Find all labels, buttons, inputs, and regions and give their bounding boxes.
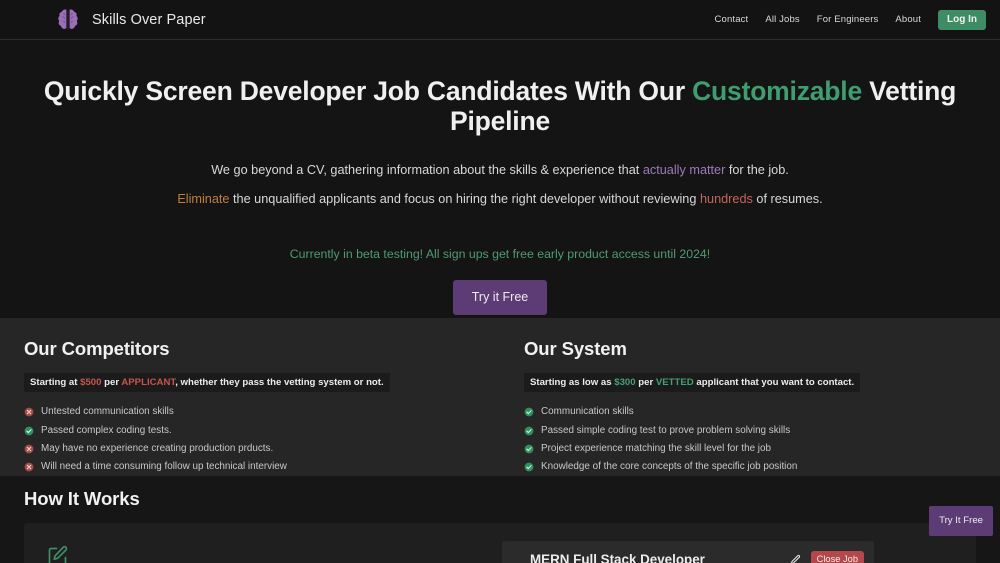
try-it-free-button[interactable]: Try it Free [453, 280, 547, 315]
list-item-label: Communication skills [541, 407, 634, 417]
competitors-price-b: per [101, 377, 121, 388]
cross-circle-icon [24, 462, 34, 472]
how-it-works-heading: How It Works [24, 488, 976, 510]
cross-circle-icon [24, 407, 34, 417]
nav-link-contact[interactable]: Contact [715, 14, 749, 25]
floating-try-it-free-button[interactable]: Try It Free [929, 506, 993, 536]
system-price-b: per [636, 377, 656, 388]
hero-title-part1: Quickly Screen Developer Job Candidates … [44, 76, 692, 106]
brand[interactable]: Skills Over Paper [55, 7, 206, 33]
list-item: May have no experience creating producti… [24, 440, 478, 458]
edit-document-icon [46, 537, 70, 563]
nav-link-all-jobs[interactable]: All Jobs [765, 14, 799, 25]
hero-subtitle-2: Eliminate the unqualified applicants and… [30, 190, 970, 209]
pencil-icon[interactable] [789, 554, 801, 563]
close-job-button[interactable]: Close Job [811, 551, 864, 563]
brand-name: Skills Over Paper [92, 12, 206, 28]
list-item-label: Passed simple coding test to prove probl… [541, 426, 790, 436]
how-it-works-card: MERN Full Stack Developer Close Job [24, 523, 976, 563]
competitors-price-banner: Starting at $500 per APPLICANT, whether … [24, 373, 390, 392]
check-circle-icon [524, 444, 534, 454]
list-item-label: May have no experience creating producti… [41, 444, 273, 454]
hero-sub2-accent: Eliminate [177, 192, 229, 206]
system-price-c: applicant that you want to contact. [694, 377, 854, 388]
competitors-price-a: Starting at [30, 377, 80, 388]
job-title: MERN Full Stack Developer [530, 552, 705, 563]
hero-sub1-accent: actually matter [643, 163, 726, 177]
nav-link-about[interactable]: About [895, 14, 921, 25]
hero-subtitle-1: We go beyond a CV, gathering information… [30, 161, 970, 180]
check-circle-icon [524, 426, 534, 436]
login-button[interactable]: Log In [938, 10, 986, 30]
job-actions: Close Job [789, 551, 864, 563]
check-circle-icon [24, 426, 34, 436]
page-title: Quickly Screen Developer Job Candidates … [30, 76, 970, 137]
cross-circle-icon [24, 444, 34, 454]
hero-sub2-a: the unqualified applicants and focus on … [230, 192, 700, 206]
list-item: Communication skills [524, 403, 954, 421]
job-posting-panel: MERN Full Stack Developer Close Job [502, 541, 874, 563]
list-item: Untested communication skills [24, 403, 478, 421]
competitors-price-unit: APPLICANT [121, 377, 175, 388]
system-price-value: $300 [614, 377, 635, 388]
list-item-label: Untested communication skills [41, 407, 174, 417]
how-it-works-section: How It Works Try It Free MERN Full Stack… [0, 476, 1000, 563]
system-feature-list: Communication skills Passed simple codin… [524, 403, 954, 477]
list-item: Knowledge of the core concepts of the sp… [524, 458, 954, 476]
system-heading: Our System [524, 338, 954, 360]
list-item: Will need a time consuming follow up tec… [24, 458, 478, 476]
site-header: Skills Over Paper Contact All Jobs For E… [0, 0, 1000, 40]
beta-notice: Currently in beta testing! All sign ups … [30, 247, 970, 261]
list-item-label: Project experience matching the skill le… [541, 444, 771, 454]
competitors-feature-list: Untested communication skills Passed com… [24, 403, 478, 477]
system-price-banner: Starting as low as $300 per VETTED appli… [524, 373, 860, 392]
list-item-label: Passed complex coding tests. [41, 426, 172, 436]
list-item: Passed complex coding tests. [24, 421, 478, 439]
check-circle-icon [524, 462, 534, 472]
hero-sub1-a: We go beyond a CV, gathering information… [211, 163, 643, 177]
competitors-price-c: , whether they pass the vetting system o… [175, 377, 383, 388]
check-circle-icon [524, 407, 534, 417]
competitors-heading: Our Competitors [24, 338, 478, 360]
competitors-column: Our Competitors Starting at $500 per APP… [24, 338, 500, 476]
nav-link-for-engineers[interactable]: For Engineers [817, 14, 879, 25]
hero-section: Quickly Screen Developer Job Candidates … [0, 40, 1000, 318]
system-price-a: Starting as low as [530, 377, 614, 388]
hero-sub2-b: of resumes. [753, 192, 823, 206]
list-item: Passed simple coding test to prove probl… [524, 421, 954, 439]
hero-sub1-b: for the job. [725, 163, 788, 177]
system-price-unit: VETTED [656, 377, 694, 388]
brain-icon [55, 7, 81, 33]
system-column: Our System Starting as low as $300 per V… [500, 338, 976, 476]
list-item: Project experience matching the skill le… [524, 440, 954, 458]
hero-title-accent: Customizable [692, 76, 862, 106]
hero-sub2-accent2: hundreds [700, 192, 753, 206]
comparison-section: Our Competitors Starting at $500 per APP… [0, 318, 1000, 476]
list-item-label: Will need a time consuming follow up tec… [41, 462, 287, 472]
competitors-price-value: $500 [80, 377, 101, 388]
list-item-label: Knowledge of the core concepts of the sp… [541, 462, 797, 472]
main-nav: Contact All Jobs For Engineers About Log… [715, 10, 986, 30]
